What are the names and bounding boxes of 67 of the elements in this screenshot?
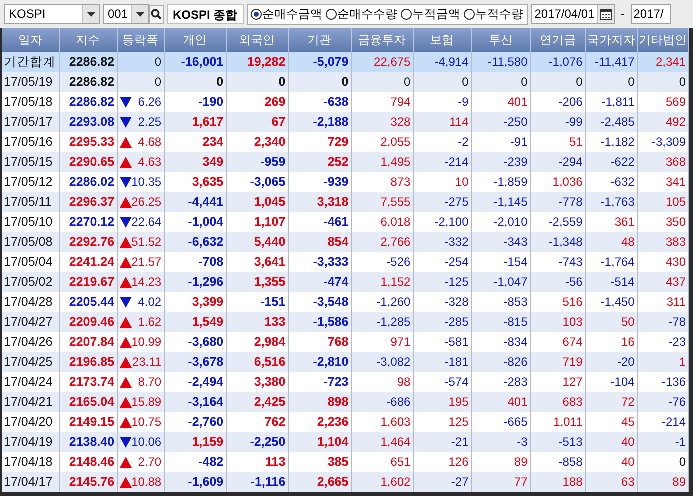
table-cell: 63 <box>585 472 638 492</box>
table-cell: 2145.76 <box>59 472 118 492</box>
date-separator: - <box>620 7 626 21</box>
change-value: 0 <box>154 75 162 89</box>
search-button[interactable] <box>149 4 164 24</box>
table-cell: -1,609 <box>164 472 226 492</box>
change-value: 0 <box>154 55 162 69</box>
change-value: 2.70 <box>138 455 162 469</box>
column-header[interactable]: 기관 <box>288 28 352 52</box>
date-field[interactable]: 2017/ <box>630 4 671 24</box>
column-header[interactable]: 연기금 <box>530 28 586 52</box>
market-dropdown[interactable]: KOSPI <box>4 4 100 24</box>
index-name: KOSPI 종합 <box>167 4 244 24</box>
change-value: 26.25 <box>132 195 162 209</box>
column-header[interactable]: 투신 <box>471 28 530 52</box>
change-value: 51.52 <box>132 235 162 249</box>
change-value: 4.63 <box>138 155 162 169</box>
column-header[interactable]: 지수 <box>59 28 118 52</box>
change-value: 10.99 <box>132 335 162 349</box>
change-value: 4.02 <box>138 295 162 309</box>
change-value: 6.26 <box>138 95 162 109</box>
table-cell: 17/04/17 <box>2 472 60 492</box>
radio-option[interactable]: 누적수량 <box>464 6 524 22</box>
caret-icon <box>86 12 96 16</box>
column-header[interactable]: 국가지자 <box>585 28 638 52</box>
change-value: 10.88 <box>132 475 162 489</box>
column-header[interactable]: 금융투자 <box>351 28 414 52</box>
radio-option[interactable]: 순매수수량 <box>326 6 398 22</box>
change-value: 10.35 <box>132 175 162 189</box>
change-value: 1.62 <box>138 315 162 329</box>
caret-icon <box>136 12 144 16</box>
table-cell: 2,665 <box>288 472 352 492</box>
table-cell: -27 <box>413 472 472 492</box>
radio-icon[interactable] <box>400 8 412 20</box>
date-field[interactable]: 2017/04/01 <box>530 4 615 24</box>
change-value: 8.70 <box>138 375 162 389</box>
radio-option[interactable]: 순매수금액 <box>250 6 323 22</box>
change-value: 22.64 <box>132 215 162 229</box>
change-value: 2.25 <box>138 115 162 129</box>
change-value: 10.75 <box>132 415 162 429</box>
table-cell: 188 <box>530 472 586 492</box>
calendar-icon <box>600 8 612 20</box>
code-dropdown[interactable]: 001 <box>103 4 149 24</box>
change-value: 15.89 <box>132 395 162 409</box>
table-cell: -1,116 <box>226 472 288 492</box>
table-cell: 1,602 <box>351 472 414 492</box>
table-cell: 77 <box>471 472 530 492</box>
column-header[interactable]: 등락폭 <box>117 28 164 52</box>
column-header[interactable]: 기타법인 <box>637 28 688 52</box>
dropdown-button[interactable] <box>82 5 99 23</box>
radio-icon[interactable] <box>250 8 262 20</box>
change-value: 23.11 <box>132 355 162 369</box>
column-header[interactable]: 외국인 <box>226 28 288 52</box>
radio-option[interactable]: 누적금액 <box>400 6 461 22</box>
change-value: 10.06 <box>132 435 162 449</box>
radio-icon[interactable] <box>464 8 475 20</box>
dropdown-button[interactable] <box>131 5 148 23</box>
column-header[interactable]: 개인 <box>164 28 226 52</box>
table-cell: 89 <box>637 472 688 492</box>
radio-icon[interactable] <box>326 8 337 20</box>
change-value: 21.57 <box>132 255 162 269</box>
change-value: 14.23 <box>132 275 162 289</box>
change-value: 4.68 <box>138 135 162 149</box>
search-icon <box>151 8 162 20</box>
column-header[interactable]: 보험 <box>413 28 472 52</box>
column-header[interactable]: 일자 <box>2 28 60 52</box>
calendar-button[interactable] <box>596 5 614 23</box>
